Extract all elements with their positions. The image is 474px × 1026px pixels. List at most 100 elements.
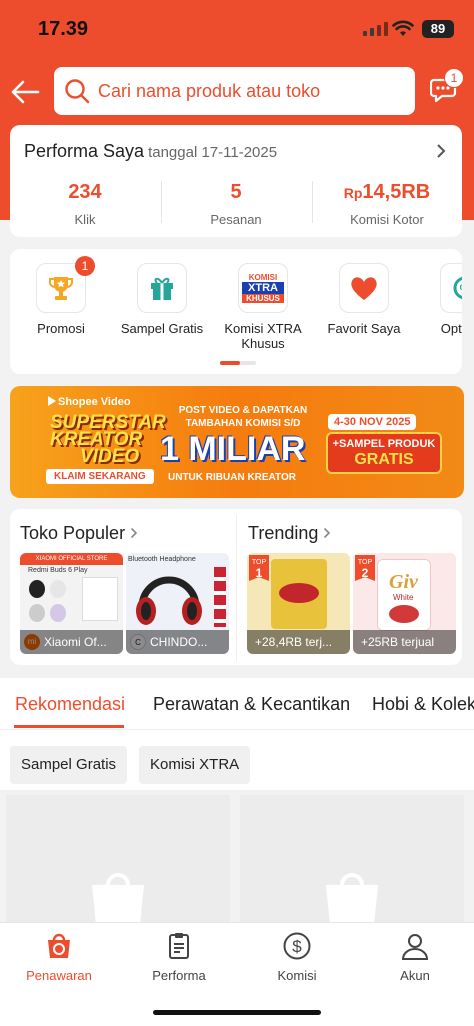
pager-active [220, 361, 240, 365]
icon-text: XTRA [242, 282, 284, 294]
search-placeholder: Cari nama produk atau toko [98, 80, 321, 101]
clipboard-icon [169, 933, 189, 959]
menu-item-label: Favorit Saya [327, 321, 401, 336]
chat-button[interactable]: 1 [429, 68, 464, 106]
shopee-bag-icon [326, 873, 378, 925]
spec-list [82, 577, 118, 621]
color-variants [214, 567, 226, 627]
nav-label: Komisi [277, 968, 317, 983]
wifi-icon [392, 20, 414, 36]
search-icon [65, 79, 90, 104]
banner-extra: +SAMPEL PRODUK GRATIS [326, 432, 442, 474]
back-arrow-icon[interactable] [10, 78, 40, 106]
store-image-sub: Redmi Buds 6 Play [28, 567, 88, 574]
nav-akun[interactable]: Akun [370, 931, 460, 983]
stat-komisi-kotor[interactable]: Rp14,5RB Komisi Kotor [312, 181, 462, 227]
store-image-title: Bluetooth Headphone [128, 556, 196, 563]
chip-sampel-gratis[interactable]: Sampel Gratis [10, 746, 128, 784]
rank-label: TOP [251, 559, 267, 566]
banner-extra-gratis: GRATIS [354, 451, 414, 468]
stat-label: Klik [74, 212, 96, 227]
product-card-placeholder[interactable] [240, 795, 464, 925]
product-brand: Giv [389, 571, 418, 593]
banner-post-line: TAMBAHAN KOMISI S/D [185, 418, 301, 429]
icon-text: KOMISI [248, 273, 278, 282]
stat-value-amount: 14,5RB [362, 181, 431, 203]
trending-tile-2[interactable]: Giv White TOP 2 +25RB terjual [353, 553, 456, 654]
menu-item-label: Optimas [440, 321, 462, 336]
product-label [279, 583, 319, 603]
tab-hobi-koleksi[interactable]: Hobi & Kolek [372, 694, 474, 715]
menu-item-label: Sampel Gratis [120, 321, 204, 336]
rank-badge: TOP 1 [249, 555, 269, 581]
menu-pager [220, 361, 256, 365]
menu-item-label: Komisi XTRA Khusus [224, 321, 302, 351]
toko-populer-heading[interactable]: Toko Populer [20, 523, 138, 544]
rank-number: 1 [255, 566, 263, 580]
performance-title: Performa Saya tanggal 17-11-2025 [24, 141, 277, 162]
performance-date: tanggal 17-11-2025 [148, 144, 278, 161]
optimize-icon: % [440, 263, 462, 313]
notification-badge: 1 [75, 256, 95, 276]
menu-item-sampel-gratis[interactable]: Sampel Gratis [111, 263, 213, 336]
banner-extra-line: +SAMPEL PRODUK [332, 438, 436, 450]
komisi-xtra-icon: KOMISI XTRA KHUSUS [238, 263, 288, 313]
chevron-right-icon [324, 527, 331, 539]
status-bar: 17.39 89 [0, 0, 474, 58]
chat-badge: 1 [444, 68, 464, 88]
stat-pesanan[interactable]: 5 Pesanan [161, 181, 311, 227]
trending-tile-1[interactable]: TOP 1 +28,4RB terj... [247, 553, 350, 654]
gift-icon [137, 263, 187, 313]
divider [236, 515, 237, 661]
performance-title-text: Performa Saya [24, 141, 145, 161]
stat-value: 5 [230, 181, 242, 203]
banner-sub: UNTUK RIBUAN KREATOR [168, 472, 296, 483]
nav-label: Penawaran [26, 968, 92, 983]
stat-value: 234 [68, 181, 102, 203]
nav-komisi[interactable]: $ Komisi [252, 931, 342, 983]
svg-text:%: % [460, 282, 462, 296]
banner-brand: Shopee Video [58, 396, 131, 408]
stat-klik[interactable]: 234 Klik [10, 181, 160, 227]
banner-date: 4-30 NOV 2025 [328, 414, 417, 430]
chevron-right-icon[interactable] [436, 143, 446, 159]
menu-item-promosi[interactable]: 1 Promosi [10, 256, 112, 336]
trophy-icon: 1 [36, 256, 95, 313]
menu-item-optimas[interactable]: % Optimas [414, 263, 462, 336]
dollar-icon: $ [283, 932, 311, 960]
cellular-signal-icon [363, 22, 388, 36]
store-image-title: XIAOMI OFFICIAL STORE [20, 553, 123, 565]
active-tab-indicator [14, 725, 124, 728]
banner-headline-line: VIDEO [80, 446, 140, 467]
menu-item-komisi-xtra-khusus[interactable]: KOMISI XTRA KHUSUS Komisi XTRA Khusus [212, 263, 314, 351]
nav-label: Akun [400, 968, 430, 983]
headphone-image [136, 576, 202, 625]
shopee-video-icon [48, 396, 56, 406]
product-card-placeholder[interactable] [6, 795, 230, 925]
store-tile-xiaomi[interactable]: XIAOMI OFFICIAL STORE Redmi Buds 6 Play … [20, 553, 123, 654]
trending-caption: +25RB terjual [353, 630, 456, 654]
earbuds-image [29, 580, 66, 622]
store-tile-chindo[interactable]: Bluetooth Headphone C CHINDO... [126, 553, 229, 654]
heart-icon [339, 263, 389, 313]
nav-performa[interactable]: Performa [134, 931, 224, 983]
promo-banner[interactable]: Shopee Video SUPERSTAR KREATOR VIDEO KLA… [10, 386, 464, 498]
nav-penawaran[interactable]: Penawaran [14, 931, 104, 983]
stat-label: Pesanan [210, 212, 262, 227]
trending-caption: +28,4RB terj... [247, 630, 350, 654]
home-indicator [153, 1010, 321, 1015]
popular-trending-card: Toko Populer Trending XIAOMI OFFICIAL ST… [10, 509, 462, 665]
menu-item-favorit-saya[interactable]: Favorit Saya [313, 263, 415, 336]
banner-cta-button[interactable]: KLAIM SEKARANG [46, 469, 154, 484]
banner-post-line: POST VIDEO & DAPATKAN [178, 405, 308, 416]
chip-komisi-xtra[interactable]: Komisi XTRA [139, 746, 251, 784]
tab-rekomendasi[interactable]: Rekomendasi [15, 694, 125, 715]
search-input[interactable]: Cari nama produk atau toko [54, 67, 415, 115]
trending-heading[interactable]: Trending [248, 523, 331, 544]
rank-number: 2 [361, 566, 369, 580]
performance-card[interactable]: Performa Saya tanggal 17-11-2025 234 Klik… [10, 125, 462, 237]
chevron-right-icon [131, 527, 138, 539]
battery-icon: 89 [422, 20, 454, 38]
section-title: Toko Populer [20, 523, 126, 543]
tab-perawatan-kecantikan[interactable]: Perawatan & Kecantikan [153, 694, 350, 715]
